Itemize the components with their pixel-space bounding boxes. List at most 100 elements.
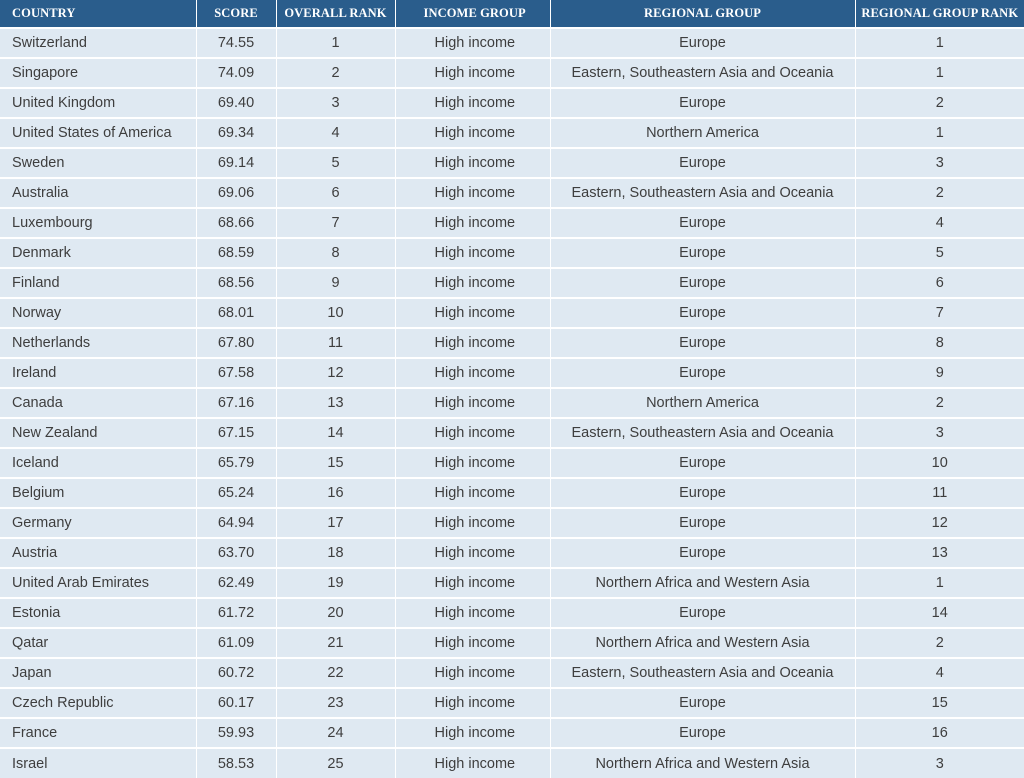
score-cell: 67.58	[196, 357, 277, 388]
country-cell: Sweden	[0, 147, 197, 178]
overall-rank-cell: 20	[276, 597, 396, 628]
regional-group-rank-cell: 1	[855, 57, 1024, 88]
overall-rank-cell: 23	[276, 687, 396, 718]
income-group-cell: High income	[395, 27, 551, 58]
regional-group-cell: Eastern, Southeastern Asia and Oceania	[550, 57, 856, 88]
table-row: Luxembourg 68.66 7 High income Europe 4	[0, 207, 1024, 238]
score-cell: 69.40	[196, 87, 277, 118]
regional-group-cell: Northern Africa and Western Asia	[550, 747, 856, 778]
score-cell: 61.72	[196, 597, 277, 628]
regional-group-cell: Europe	[550, 447, 856, 478]
country-cell: Israel	[0, 747, 197, 778]
table-row: New Zealand 67.15 14 High income Eastern, So…	[0, 417, 1024, 448]
score-cell: 74.55	[196, 27, 277, 58]
score-cell: 69.14	[196, 147, 277, 178]
table-row: Belgium 65.24 16 High income Europe 11	[0, 477, 1024, 508]
country-cell: Finland	[0, 267, 197, 298]
regional-group-rank-cell: 4	[855, 657, 1024, 688]
header-regional-group: REGIONAL GROUP	[550, 0, 856, 28]
score-cell: 59.93	[196, 717, 277, 748]
score-cell: 67.16	[196, 387, 277, 418]
income-group-cell: High income	[395, 537, 551, 568]
income-group-cell: High income	[395, 147, 551, 178]
regional-group-rank-cell: 11	[855, 477, 1024, 508]
country-cell: United States of America	[0, 117, 197, 148]
regional-group-cell: Europe	[550, 327, 856, 358]
country-cell: Iceland	[0, 447, 197, 478]
regional-group-cell: Northern Africa and Western Asia	[550, 567, 856, 598]
regional-group-rank-cell: 10	[855, 447, 1024, 478]
country-cell: New Zealand	[0, 417, 197, 448]
income-group-cell: High income	[395, 57, 551, 88]
country-cell: Belgium	[0, 477, 197, 508]
income-group-cell: High income	[395, 387, 551, 418]
income-group-cell: High income	[395, 477, 551, 508]
score-cell: 68.66	[196, 207, 277, 238]
table-row: Iceland 65.79 15 High income Europe 10	[0, 447, 1024, 478]
overall-rank-cell: 16	[276, 477, 396, 508]
overall-rank-cell: 8	[276, 237, 396, 268]
income-group-cell: High income	[395, 237, 551, 268]
regional-group-rank-cell: 1	[855, 117, 1024, 148]
overall-rank-cell: 24	[276, 717, 396, 748]
score-cell: 68.59	[196, 237, 277, 268]
table-row: Estonia 61.72 20 High income Europe 14	[0, 597, 1024, 628]
regional-group-cell: Europe	[550, 597, 856, 628]
regional-group-cell: Europe	[550, 237, 856, 268]
header-income-group: INCOME GROUP	[395, 0, 551, 28]
income-group-cell: High income	[395, 687, 551, 718]
overall-rank-cell: 14	[276, 417, 396, 448]
score-cell: 63.70	[196, 537, 277, 568]
regional-group-rank-cell: 16	[855, 717, 1024, 748]
country-cell: Austria	[0, 537, 197, 568]
table-row: Australia 69.06 6 High income Eastern, South…	[0, 177, 1024, 208]
regional-group-rank-cell: 1	[855, 27, 1024, 58]
score-cell: 69.06	[196, 177, 277, 208]
overall-rank-cell: 13	[276, 387, 396, 418]
table-row: Japan 60.72 22 High income Eastern, Southeas…	[0, 657, 1024, 688]
regional-group-cell: Northern Africa and Western Asia	[550, 627, 856, 658]
income-group-cell: High income	[395, 177, 551, 208]
regional-group-cell: Europe	[550, 357, 856, 388]
income-group-cell: High income	[395, 207, 551, 238]
income-group-cell: High income	[395, 597, 551, 628]
regional-group-rank-cell: 8	[855, 327, 1024, 358]
score-cell: 68.56	[196, 267, 277, 298]
income-group-cell: High income	[395, 117, 551, 148]
overall-rank-cell: 12	[276, 357, 396, 388]
overall-rank-cell: 15	[276, 447, 396, 478]
header-regional-group-rank: REGIONAL GROUP RANK	[861, 6, 1019, 20]
table-row: Sweden 69.14 5 High income Europe 3	[0, 147, 1024, 178]
regional-group-rank-cell: 14	[855, 597, 1024, 628]
regional-group-cell: Europe	[550, 147, 856, 178]
income-group-cell: High income	[395, 297, 551, 328]
table-row: Canada 67.16 13 High income Northern America…	[0, 387, 1024, 418]
table-header: COUNTRY SCORE OVERALL RANK INCOME GROUP …	[0, 0, 1024, 28]
country-cell: Netherlands	[0, 327, 197, 358]
country-cell: Singapore	[0, 57, 197, 88]
regional-group-cell: Europe	[550, 207, 856, 238]
score-cell: 65.79	[196, 447, 277, 478]
overall-rank-cell: 21	[276, 627, 396, 658]
regional-group-cell: Northern America	[550, 117, 856, 148]
overall-rank-cell: 19	[276, 567, 396, 598]
country-cell: Norway	[0, 297, 197, 328]
header-row: COUNTRY SCORE OVERALL RANK INCOME GROUP …	[0, 0, 1024, 28]
header-score: SCORE	[196, 0, 277, 28]
table-row: United Kingdom 69.40 3 High income Europe 2	[0, 87, 1024, 118]
overall-rank-cell: 25	[276, 747, 396, 778]
table-row: Qatar 61.09 21 High income Northern Africa a…	[0, 627, 1024, 658]
regional-group-cell: Europe	[550, 477, 856, 508]
country-cell: Australia	[0, 177, 197, 208]
table-row: Czech Republic 60.17 23 High income Europe 15	[0, 687, 1024, 718]
regional-group-cell: Eastern, Southeastern Asia and Oceania	[550, 657, 856, 688]
overall-rank-cell: 7	[276, 207, 396, 238]
regional-group-cell: Europe	[550, 87, 856, 118]
regional-group-rank-cell: 12	[855, 507, 1024, 538]
table-row: United Arab Emirates 62.49 19 High income No…	[0, 567, 1024, 598]
regional-group-cell: Northern America	[550, 387, 856, 418]
income-group-cell: High income	[395, 357, 551, 388]
income-group-cell: High income	[395, 327, 551, 358]
country-cell: Germany	[0, 507, 197, 538]
table-row: Singapore 74.09 2 High income Eastern, South…	[0, 57, 1024, 88]
